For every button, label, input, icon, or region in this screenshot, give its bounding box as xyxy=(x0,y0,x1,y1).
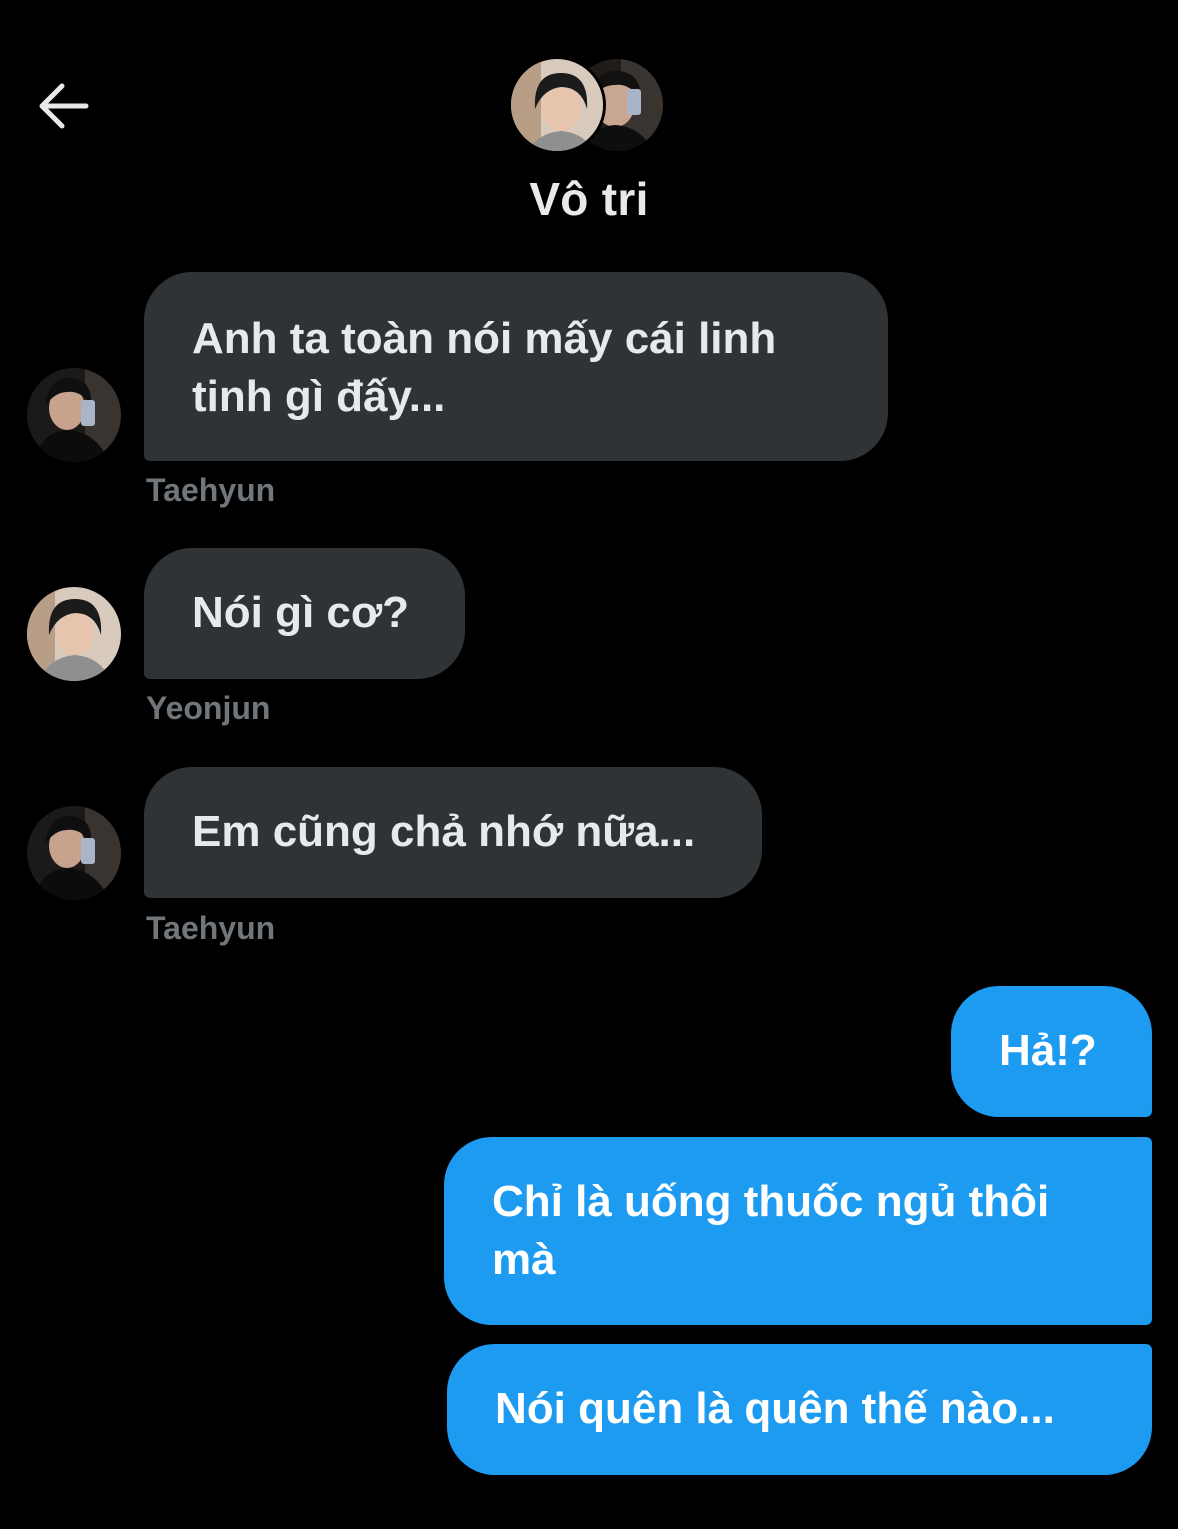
message-text: Anh ta toàn nói mấy cái linh tinh gì đấy… xyxy=(192,314,777,421)
back-button[interactable] xyxy=(30,78,94,134)
message-bubble[interactable]: Anh ta toàn nói mấy cái linh tinh gì đấy… xyxy=(144,272,888,461)
message-bubble[interactable]: Em cũng chả nhớ nữa... xyxy=(144,767,762,898)
taehyun-avatar[interactable] xyxy=(27,806,121,900)
dm-conversation: Vô tri Anh ta toàn nói mấy cái linh tinh… xyxy=(0,0,1178,1529)
message-bubble[interactable]: Hả!? xyxy=(951,986,1152,1117)
group-avatar-stack[interactable] xyxy=(508,56,670,156)
sender-name: Taehyun xyxy=(146,910,276,946)
message-bubble[interactable]: Nói quên là quên thế nào... xyxy=(447,1344,1152,1475)
message-text: Nói quên là quên thế nào... xyxy=(495,1384,1055,1433)
arrow-left-icon xyxy=(39,83,89,129)
taehyun-avatar[interactable] xyxy=(27,368,121,462)
message-bubble[interactable]: Chỉ là uống thuốc ngủ thôi mà xyxy=(444,1137,1152,1325)
message-text: Hả!? xyxy=(999,1026,1097,1075)
message-bubble[interactable]: Nói gì cơ? xyxy=(144,548,465,679)
sender-name: Yeonjun xyxy=(146,690,271,726)
conversation-title: Vô tri xyxy=(529,173,649,225)
sender-name: Taehyun xyxy=(146,472,276,508)
message-text: Nói gì cơ? xyxy=(192,588,410,637)
message-text: Chỉ là uống thuốc ngủ thôi mà xyxy=(492,1177,1050,1284)
message-text: Em cũng chả nhớ nữa... xyxy=(192,807,696,856)
avatar xyxy=(508,56,606,154)
yeonjun-avatar[interactable] xyxy=(27,587,121,681)
